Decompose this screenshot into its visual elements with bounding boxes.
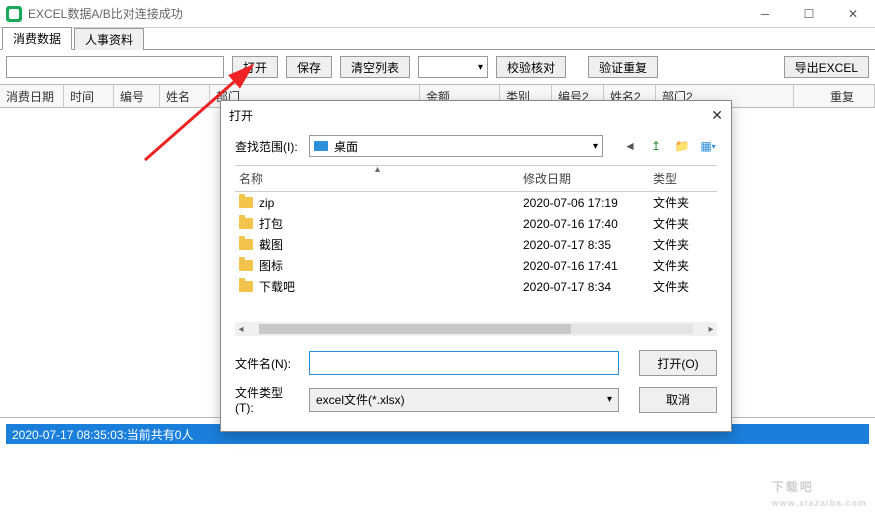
file-row[interactable]: 图标 2020-07-16 17:41 文件夹	[235, 255, 717, 276]
file-row[interactable]: 截图 2020-07-17 8:35 文件夹	[235, 234, 717, 255]
status-text: 2020-07-17 08:35:03:当前共有0人	[12, 426, 193, 443]
file-row[interactable]: 下载吧 2020-07-17 8:34 文件夹	[235, 276, 717, 297]
window-title: EXCEL数据A/B比对连接成功	[28, 5, 183, 22]
new-folder-icon[interactable]: 📁	[673, 137, 691, 155]
watermark: 下载吧 www.xiazaiba.com	[772, 470, 867, 508]
col-time[interactable]: 时间	[64, 85, 114, 107]
tabs: 消费数据 人事资料	[0, 28, 875, 50]
dialog-lookin-row: 查找范围(I): 桌面 ▾ ◄ ↥ 📁 ▦▾	[221, 129, 731, 165]
open-button[interactable]: 打开	[232, 56, 278, 78]
folder-icon	[239, 260, 253, 271]
filename-input[interactable]	[309, 351, 619, 375]
scroll-thumb[interactable]	[259, 324, 571, 334]
header-type[interactable]: 类型	[653, 170, 713, 187]
horizontal-scrollbar[interactable]: ◂ ▸	[235, 322, 717, 336]
lookin-value: 桌面	[334, 138, 358, 155]
tab-personnel[interactable]: 人事资料	[74, 28, 144, 50]
category-combo[interactable]: ▾	[418, 56, 488, 78]
export-excel-button[interactable]: 导出EXCEL	[784, 56, 869, 78]
scroll-track[interactable]	[259, 324, 693, 334]
save-button[interactable]: 保存	[286, 56, 332, 78]
file-list-header: 名称 ▴ 修改日期 类型	[235, 166, 717, 192]
filetype-value: excel文件(*.xlsx)	[316, 391, 405, 408]
clear-list-button[interactable]: 清空列表	[340, 56, 410, 78]
tab-label: 消费数据	[13, 32, 61, 46]
close-button[interactable]: ✕	[831, 0, 875, 28]
folder-icon	[239, 218, 253, 229]
open-dialog: 打开 ✕ 查找范围(I): 桌面 ▾ ◄ ↥ 📁 ▦▾ 名称 ▴ 修改日期 类型…	[220, 100, 732, 432]
dialog-title-bar: 打开 ✕	[221, 101, 731, 129]
tab-label: 人事资料	[85, 33, 133, 47]
nav-icons: ◄ ↥ 📁 ▦▾	[621, 137, 717, 155]
verify-button[interactable]: 验证重复	[588, 56, 658, 78]
col-id[interactable]: 编号	[114, 85, 160, 107]
col-name[interactable]: 姓名	[160, 85, 210, 107]
dialog-title: 打开	[229, 107, 253, 124]
maximize-button[interactable]: ☐	[787, 0, 831, 28]
filetype-select[interactable]: excel文件(*.xlsx) ▾	[309, 388, 619, 412]
title-bar: EXCEL数据A/B比对连接成功 ─ ☐ ✕	[0, 0, 875, 28]
search-input[interactable]	[6, 56, 224, 78]
up-icon[interactable]: ↥	[647, 137, 665, 155]
view-icon[interactable]: ▦▾	[699, 137, 717, 155]
back-icon[interactable]: ◄	[621, 137, 639, 155]
scroll-left-icon[interactable]: ◂	[235, 324, 247, 335]
dialog-close-button[interactable]: ✕	[711, 107, 723, 124]
col-repeat[interactable]: 重复	[794, 85, 875, 107]
app-icon	[6, 6, 22, 22]
col-date[interactable]: 消费日期	[0, 85, 64, 107]
chevron-down-icon: ▾	[607, 394, 612, 405]
desktop-icon	[314, 141, 328, 151]
folder-icon	[239, 197, 253, 208]
file-row[interactable]: 打包 2020-07-16 17:40 文件夹	[235, 213, 717, 234]
minimize-button[interactable]: ─	[743, 0, 787, 28]
filename-label: 文件名(N):	[235, 355, 301, 372]
toolbar: 打开 保存 清空列表 ▾ 校验核对 验证重复 导出EXCEL	[0, 50, 875, 84]
scroll-right-icon[interactable]: ▸	[705, 324, 717, 335]
tab-consumption[interactable]: 消费数据	[2, 27, 72, 50]
dialog-bottom: 文件名(N): 打开(O) 文件类型(T): excel文件(*.xlsx) ▾…	[221, 346, 731, 427]
dialog-cancel-button[interactable]: 取消	[639, 387, 717, 413]
folder-icon	[239, 239, 253, 250]
folder-icon	[239, 281, 253, 292]
file-list: 名称 ▴ 修改日期 类型 zip 2020-07-06 17:19 文件夹 打包…	[235, 165, 717, 336]
dialog-open-button[interactable]: 打开(O)	[639, 350, 717, 376]
system-buttons: ─ ☐ ✕	[743, 0, 875, 28]
filetype-label: 文件类型(T):	[235, 384, 301, 415]
file-row[interactable]: zip 2020-07-06 17:19 文件夹	[235, 192, 717, 213]
lookin-label: 查找范围(I):	[235, 138, 301, 155]
header-date[interactable]: 修改日期	[523, 170, 653, 187]
chevron-down-icon: ▾	[478, 62, 483, 73]
sort-indicator-icon: ▴	[375, 164, 380, 175]
header-name[interactable]: 名称	[239, 170, 523, 187]
chevron-down-icon: ▾	[593, 141, 598, 152]
file-rows: zip 2020-07-06 17:19 文件夹 打包 2020-07-16 1…	[235, 192, 717, 322]
lookin-combo[interactable]: 桌面 ▾	[309, 135, 603, 157]
check-button[interactable]: 校验核对	[496, 56, 566, 78]
